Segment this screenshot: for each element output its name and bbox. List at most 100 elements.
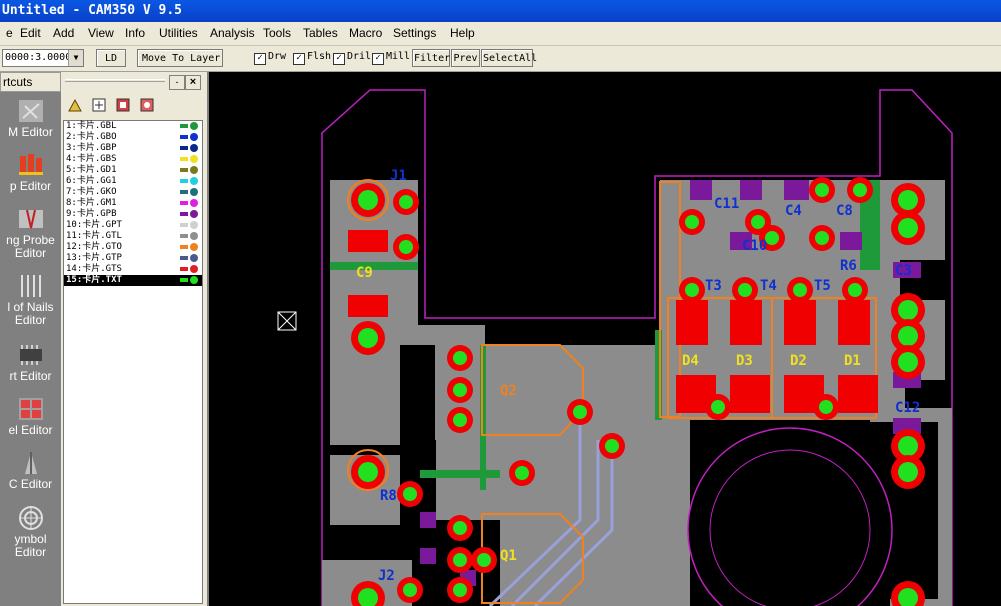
menu-analysis[interactable]: Analysis	[210, 26, 255, 40]
ld-button[interactable]: LD	[96, 49, 126, 67]
nc-editor-shortcut[interactable]: C Editor	[0, 450, 61, 491]
layer-row[interactable]: 6:卡片.GG1	[64, 176, 202, 187]
layer-label: 7:卡片.GKO	[66, 187, 117, 197]
checkmark-icon: ✓	[293, 53, 305, 65]
layer-up-icon[interactable]	[67, 97, 83, 113]
cam-editor-shortcut[interactable]: M Editor	[0, 98, 61, 139]
layer-row[interactable]: 4:卡片.GBS	[64, 154, 202, 165]
toolbar: 0000:3.0000 ▼ LD Move To Layer ✓ Drw ✓ Fls…	[0, 46, 1001, 72]
menu-edit[interactable]: Edit	[20, 26, 41, 40]
nc-editor-icon	[24, 452, 37, 474]
layer-row[interactable]: 11:卡片.GTL	[64, 231, 202, 242]
ref-c9: C9	[356, 265, 373, 281]
panel-editor-icon	[18, 398, 43, 420]
layer-label: 2:卡片.GBO	[66, 132, 117, 142]
menu-settings[interactable]: Settings	[393, 26, 436, 40]
panel-editor-shortcut[interactable]: el Editor	[0, 396, 61, 437]
cam-editor-icon	[18, 100, 43, 122]
pcb-canvas[interactable]: C9 Q2 Q1 D4 D3 D2 D1 C11 C10 C12 C3 C4 C…	[209, 72, 1001, 606]
menu-macro[interactable]: Macro	[349, 26, 382, 40]
pcb-view[interactable]: C9 Q2 Q1 D4 D3 D2 D1 C11 C10 C12 C3 C4 C…	[209, 72, 1001, 606]
layer-row[interactable]: 8:卡片.GM1	[64, 198, 202, 209]
flash-checkbox[interactable]: ✓ Flsh	[293, 51, 331, 65]
layer-label: 13:卡片.GTP	[66, 253, 122, 263]
menu-tools[interactable]: Tools	[263, 26, 291, 40]
ref-d3: D3	[736, 353, 753, 369]
menu-add[interactable]: Add	[53, 26, 74, 40]
bed-of-nails-icon	[20, 275, 41, 297]
bed-of-nails-shortcut[interactable]: l of Nails Editor	[0, 273, 61, 327]
part-editor-icon	[19, 345, 42, 365]
dropdown-arrow-icon[interactable]: ▼	[68, 50, 83, 66]
move-to-layer-button[interactable]: Move To Layer	[137, 49, 223, 67]
part-editor-shortcut[interactable]: rt Editor	[0, 342, 61, 383]
symbol-editor-shortcut[interactable]: ymbol Editor	[0, 505, 61, 559]
close-icon[interactable]: ×	[185, 75, 201, 90]
cap-editor-shortcut[interactable]: p Editor	[0, 152, 61, 193]
layer-label: 5:卡片.GD1	[66, 165, 117, 175]
symbol-editor-icon	[18, 506, 43, 530]
origin-marker-icon	[277, 311, 297, 331]
ref-r6: R6	[840, 258, 857, 274]
layer-row[interactable]: 5:卡片.GD1	[64, 165, 202, 176]
layer-label: 6:卡片.GG1	[66, 176, 117, 186]
cap-editor-icon	[18, 154, 43, 175]
filter-button[interactable]: Filter	[412, 49, 450, 67]
ref-t3: T3	[705, 278, 722, 294]
flying-probe-shortcut[interactable]: ng Probe Editor	[0, 206, 61, 260]
layer-row[interactable]: 2:卡片.GBO	[64, 132, 202, 143]
menu-bar: e Edit Add View Info Utilities Analysis …	[0, 22, 1001, 46]
shortcuts-panel: rtcuts M Editor p Editor ng Probe Editor…	[0, 72, 61, 606]
layer-row[interactable]: 13:卡片.GTP	[64, 253, 202, 264]
ref-t5: T5	[814, 278, 831, 294]
layer-row[interactable]: 9:卡片.GPB	[64, 209, 202, 220]
ratio-combo[interactable]: 0000:3.0000 ▼	[2, 49, 84, 67]
layer-color-swatch[interactable]	[180, 276, 198, 288]
ref-c10: C10	[742, 238, 767, 254]
prev-button[interactable]: Prev	[451, 49, 480, 67]
menu-tables[interactable]: Tables	[303, 26, 338, 40]
layer-row[interactable]: 10:卡片.GPT	[64, 220, 202, 231]
ref-q1: Q1	[500, 548, 517, 564]
checkmark-icon: ✓	[372, 53, 384, 65]
draw-checkbox[interactable]: ✓ Drw	[254, 51, 286, 65]
layer-label: 3:卡片.GBP	[66, 143, 117, 153]
select-all-button[interactable]: SelectAll	[481, 49, 537, 67]
ref-c12: C12	[895, 400, 920, 416]
layer-row[interactable]: 15:卡片.TXT	[64, 275, 202, 286]
layer-panel-titlebar: - ×	[61, 72, 207, 92]
checkmark-icon: ✓	[333, 53, 345, 65]
layer-row[interactable]: 1:卡片.GBL	[64, 121, 202, 132]
ref-d1: D1	[844, 353, 861, 369]
layer-row[interactable]: 14:卡片.GTS	[64, 264, 202, 275]
ref-q2: Q2	[500, 383, 517, 399]
ref-d2: D2	[790, 353, 807, 369]
layer-delete-icon[interactable]	[139, 97, 155, 113]
flying-probe-icon	[18, 209, 43, 229]
layer-label: 12:卡片.GTO	[66, 242, 122, 252]
ref-c3: C3	[895, 263, 912, 279]
mill-checkbox[interactable]: ✓ Mill	[372, 51, 410, 65]
ratio-value: 0000:3.0000	[5, 52, 72, 63]
layer-list[interactable]: 1:卡片.GBL 2:卡片.GBO 3:卡片.GBP 4:卡片.GBS 5:卡片.GD1…	[63, 120, 203, 604]
layer-row[interactable]: 3:卡片.GBP	[64, 143, 202, 154]
menu-utilities[interactable]: Utilities	[159, 26, 198, 40]
ref-c11: C11	[714, 196, 739, 212]
layer-copy-icon[interactable]	[115, 97, 131, 113]
ref-r8: R8	[380, 488, 397, 504]
layer-row[interactable]: 12:卡片.GTO	[64, 242, 202, 253]
pin-icon[interactable]: -	[169, 75, 185, 90]
menu-view[interactable]: View	[88, 26, 114, 40]
window-title: Untitled - CAM350 V 9.5	[0, 0, 1001, 22]
ref-c8: C8	[836, 203, 853, 219]
ref-d4: D4	[682, 353, 699, 369]
ref-c4: C4	[785, 203, 802, 219]
ref-j1: J1	[390, 168, 407, 184]
shortcuts-header: rtcuts	[0, 72, 61, 92]
menu-file[interactable]: e	[6, 26, 13, 40]
menu-help[interactable]: Help	[450, 26, 475, 40]
layer-row[interactable]: 7:卡片.GKO	[64, 187, 202, 198]
layer-add-icon[interactable]	[91, 97, 107, 113]
drill-checkbox[interactable]: ✓ Dril	[333, 51, 371, 65]
menu-info[interactable]: Info	[125, 26, 145, 40]
